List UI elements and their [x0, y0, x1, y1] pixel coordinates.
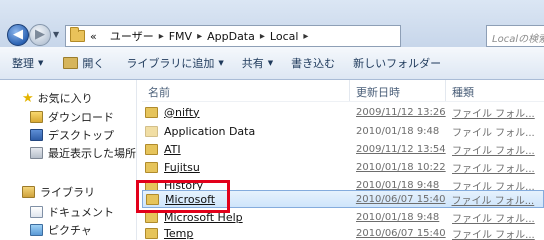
sidebar-label: ピクチャ: [48, 224, 92, 237]
pictures-icon: [30, 224, 43, 236]
recent-pages-dropdown-icon[interactable]: ▼: [53, 30, 59, 39]
file-name: Fujitsu: [164, 160, 200, 174]
file-type: ファイル フォル...: [452, 127, 535, 139]
file-date: 2010/01/18 9:48: [356, 125, 440, 137]
file-type: ファイル フォル...: [452, 229, 535, 240]
file-name: Application Data: [164, 124, 256, 138]
desktop-icon: [30, 129, 43, 141]
documents-icon: [30, 206, 43, 218]
folder-icon: [145, 143, 158, 155]
sidebar-item-favorites[interactable]: ★ お気に入り: [22, 90, 93, 106]
burn-label: 書き込む: [291, 57, 336, 70]
file-name: @nifty: [164, 105, 200, 119]
open-folder-icon: [63, 57, 79, 69]
folder-icon: [145, 211, 158, 223]
file-date: 2009/11/12 13:54: [356, 143, 446, 155]
sidebar-item-downloads[interactable]: ダウンロード: [30, 109, 114, 125]
recent-places-icon: [30, 147, 43, 159]
folder-icon: [70, 27, 85, 42]
file-name: ATI: [164, 142, 181, 156]
organize-button[interactable]: 整理 ▼: [12, 55, 43, 71]
file-date: 2010/06/07 15:40: [355, 193, 446, 205]
sidebar-item-recent[interactable]: 最近表示した場所: [30, 145, 136, 161]
open-label: 開く: [82, 57, 105, 70]
table-row[interactable]: Temp 2010/06/07 15:40 ファイル フォル...: [142, 225, 544, 240]
include-library-label: ライブラリに追加: [126, 57, 215, 70]
include-in-library-button[interactable]: ライブラリに追加 ▼: [126, 55, 223, 71]
file-name: Temp: [164, 226, 194, 240]
table-row[interactable]: ATI 2009/11/12 13:54 ファイル フォル...: [142, 141, 544, 157]
new-folder-button[interactable]: 新しいフォルダー: [353, 55, 441, 71]
breadcrumb-appdata[interactable]: AppData: [207, 30, 255, 43]
sidebar-label: ダウンロード: [48, 111, 114, 124]
file-type: ファイル フォル...: [452, 213, 535, 225]
sidebar-item-desktop[interactable]: デスクトップ: [30, 127, 114, 143]
breadcrumb-overflow[interactable]: «: [90, 30, 97, 43]
file-type: ファイル フォル...: [452, 108, 535, 120]
share-label: 共有: [241, 57, 264, 70]
table-row[interactable]: Fujitsu 2010/01/18 10:22 ファイル フォル...: [142, 159, 544, 175]
back-button[interactable]: ◀: [7, 24, 29, 46]
table-row[interactable]: Application Data 2010/01/18 9:48 ファイル フォ…: [142, 123, 544, 139]
highlight-box: [136, 180, 230, 213]
share-button[interactable]: 共有 ▼: [242, 55, 273, 71]
shortcut-folder-icon: [145, 125, 158, 137]
new-folder-label: 新しいフォルダー: [353, 57, 442, 70]
chevron-right-icon[interactable]: ▸: [303, 31, 308, 42]
navigation-pane: ★ お気に入り ダウンロード デスクトップ 最近表示した場所 ライブラリ ドキュ…: [0, 80, 136, 240]
sidebar-label: 最近表示した場所: [48, 147, 136, 160]
file-date: 2009/11/12 13:26: [356, 106, 446, 118]
address-bar[interactable]: « ユーザー ▸ FMV ▸ AppData ▸ Local ▸: [65, 25, 401, 47]
sidebar-label: ライブラリ: [40, 186, 95, 199]
breadcrumb-separator: [102, 31, 105, 42]
downloads-icon: [30, 111, 43, 123]
breadcrumb-local[interactable]: Local: [270, 30, 299, 43]
table-row[interactable]: @nifty 2009/11/12 13:26 ファイル フォル...: [142, 104, 544, 120]
chevron-right-icon[interactable]: ▸: [197, 31, 202, 42]
command-bar: 整理 ▼ 開く ライブラリに追加 ▼ 共有 ▼ 書き込む 新しいフォルダー: [0, 47, 544, 80]
column-header-type[interactable]: 種類: [446, 80, 544, 102]
file-date: 2010/01/18 9:48: [356, 211, 440, 223]
column-header-name[interactable]: 名前: [142, 80, 350, 102]
organize-label: 整理: [12, 57, 34, 70]
star-icon: ★: [22, 90, 34, 106]
sidebar-item-documents[interactable]: ドキュメント: [30, 204, 114, 220]
chevron-down-icon: ▼: [267, 59, 274, 67]
file-date: 2010/06/07 15:40: [356, 227, 446, 239]
sidebar-label: お気に入り: [37, 92, 93, 105]
sidebar-label: ドキュメント: [48, 206, 114, 219]
file-type: ファイル フォル...: [451, 195, 535, 207]
breadcrumb-users[interactable]: ユーザー: [110, 28, 154, 44]
chevron-right-icon[interactable]: ▸: [260, 31, 265, 42]
search-input[interactable]: Localの検索: [486, 25, 544, 47]
address-row: ◀ ▶ ▼ « ユーザー ▸ FMV ▸ AppData ▸ Local ▸ L…: [0, 0, 544, 47]
file-type: ファイル フォル...: [452, 145, 535, 157]
open-button[interactable]: 開く: [63, 55, 104, 71]
column-header-date[interactable]: 更新日時: [350, 80, 446, 102]
breadcrumb-fmv[interactable]: FMV: [169, 30, 192, 43]
sidebar-label: デスクトップ: [48, 129, 114, 142]
burn-button[interactable]: 書き込む: [291, 55, 335, 71]
file-type: ファイル フォル...: [452, 163, 535, 175]
chevron-down-icon: ▼: [218, 59, 224, 67]
file-date: 2010/01/18 9:48: [356, 179, 440, 191]
library-icon: [22, 186, 35, 198]
chevron-right-icon[interactable]: ▸: [159, 31, 164, 42]
folder-icon: [145, 227, 158, 239]
folder-icon: [145, 106, 158, 118]
file-date: 2010/01/18 10:22: [356, 161, 446, 173]
folder-icon: [145, 161, 158, 173]
chevron-down-icon: ▼: [38, 59, 44, 67]
sidebar-item-libraries[interactable]: ライブラリ: [22, 184, 95, 200]
forward-button[interactable]: ▶: [29, 24, 51, 46]
header-divider: [142, 101, 544, 102]
sidebar-item-pictures[interactable]: ピクチャ: [30, 222, 92, 238]
